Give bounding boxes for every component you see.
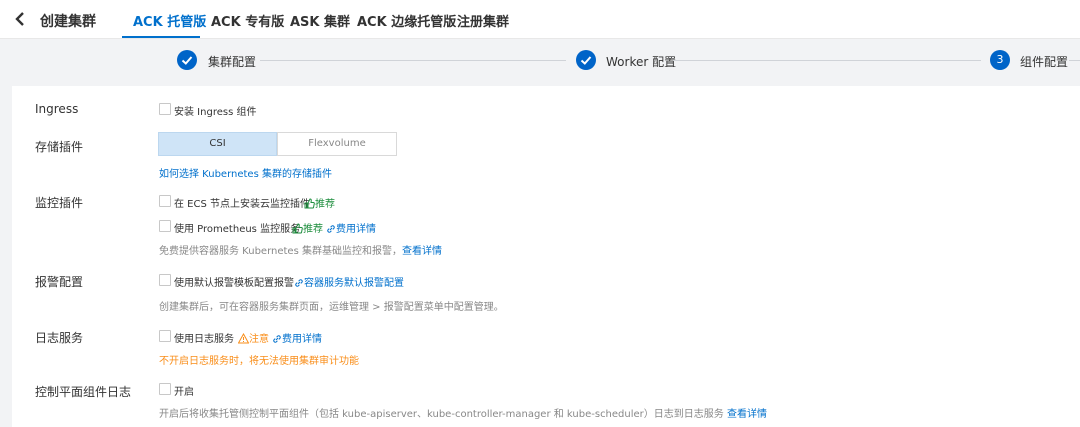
step-done-check-icon bbox=[576, 50, 596, 70]
step-done-check-icon bbox=[177, 50, 197, 70]
active-tab-indicator bbox=[122, 36, 200, 38]
log-checkbox-label: 使用日志服务 bbox=[174, 334, 234, 345]
storage-option-csi[interactable]: CSI bbox=[158, 132, 277, 156]
step-divider bbox=[673, 60, 981, 61]
alert-hint: 创建集群后，可在容器服务集群页面，运维管理 > 报警配置菜单中配置管理。 bbox=[159, 302, 504, 313]
tab-register-cluster[interactable]: 注册集群 bbox=[457, 11, 509, 30]
ingress-label: Ingress bbox=[35, 102, 79, 116]
tab-ask-cluster[interactable]: ASK 集群 bbox=[290, 11, 350, 30]
log-warning: 不开启日志服务时，将无法使用集群审计功能 bbox=[159, 356, 359, 367]
step-worker-config: Worker 配置 bbox=[606, 55, 677, 69]
recommend-text: 推荐 bbox=[303, 224, 323, 235]
alert-config-link[interactable]: 容器服务默认报警配置 bbox=[294, 274, 404, 289]
monitor-detail-link[interactable]: 查看详情 bbox=[402, 246, 442, 257]
control-plane-log-checkbox[interactable] bbox=[159, 383, 171, 395]
log-fee-link[interactable]: 费用详情 bbox=[272, 330, 322, 345]
tab-ack-managed[interactable]: ACK 托管版 bbox=[133, 11, 206, 30]
recommend-badge-2: 推荐 bbox=[292, 220, 323, 235]
step-divider bbox=[260, 60, 566, 61]
alert-checkbox-label: 使用默认报警模板配置报警 bbox=[174, 278, 294, 289]
ecs-monitor-label: 在 ECS 节点上安装云监控插件 bbox=[174, 199, 311, 210]
page-title: 创建集群 bbox=[40, 14, 96, 30]
step-divider bbox=[1069, 60, 1080, 61]
prometheus-label: 使用 Prometheus 监控服务 bbox=[174, 224, 301, 235]
monitor-label: 监控插件 bbox=[35, 196, 84, 210]
back-chevron-icon[interactable] bbox=[12, 10, 28, 28]
ecs-monitor-checkbox[interactable] bbox=[159, 195, 171, 207]
step-number-badge: 3 bbox=[990, 50, 1010, 70]
control-plane-log-checkbox-label: 开启 bbox=[174, 387, 194, 398]
ingress-checkbox-label: 安装 Ingress 组件 bbox=[174, 107, 257, 118]
thumbs-up-icon bbox=[304, 198, 315, 209]
link-icon bbox=[295, 279, 303, 287]
recommend-badge: 推荐 bbox=[304, 195, 335, 210]
storage-help-link[interactable]: 如何选择 Kubernetes 集群的存储插件 bbox=[159, 165, 332, 180]
control-plane-log-hint: 开启后将收集托管侧控制平面组件（包括 kube-apiserver、kube-c… bbox=[159, 409, 767, 420]
top-header: 创建集群 ACK 托管版 ACK 专有版 ASK 集群 ACK 边缘托管版 注册… bbox=[0, 0, 1080, 39]
storage-option-flexvolume[interactable]: Flexvolume bbox=[277, 132, 397, 156]
prometheus-checkbox[interactable] bbox=[159, 220, 171, 232]
alert-label: 报警配置 bbox=[35, 275, 84, 289]
step-cluster-config: 集群配置 bbox=[208, 55, 257, 69]
control-plane-detail-link[interactable]: 查看详情 bbox=[727, 409, 767, 420]
log-notice: 注意 bbox=[238, 330, 269, 345]
monitor-hint: 免费提供容器服务 Kubernetes 集群基础监控和报警，查看详情 bbox=[159, 246, 442, 257]
ingress-checkbox[interactable] bbox=[159, 103, 171, 115]
thumbs-up-icon bbox=[292, 223, 303, 234]
control-plane-log-label: 控制平面组件日志 bbox=[35, 385, 132, 399]
warning-icon bbox=[238, 333, 249, 344]
storage-label: 存储插件 bbox=[35, 140, 84, 154]
tab-ack-edge[interactable]: ACK 边缘托管版 bbox=[357, 11, 456, 30]
link-icon bbox=[273, 335, 281, 343]
log-label: 日志服务 bbox=[35, 331, 84, 345]
step-component-config: 组件配置 bbox=[1020, 55, 1069, 69]
recommend-text: 推荐 bbox=[315, 199, 335, 210]
log-checkbox[interactable] bbox=[159, 330, 171, 342]
link-icon bbox=[327, 225, 335, 233]
monitor-fee-link[interactable]: 费用详情 bbox=[326, 220, 376, 235]
tab-ack-dedicated[interactable]: ACK 专有版 bbox=[211, 11, 284, 30]
alert-checkbox[interactable] bbox=[159, 274, 171, 286]
